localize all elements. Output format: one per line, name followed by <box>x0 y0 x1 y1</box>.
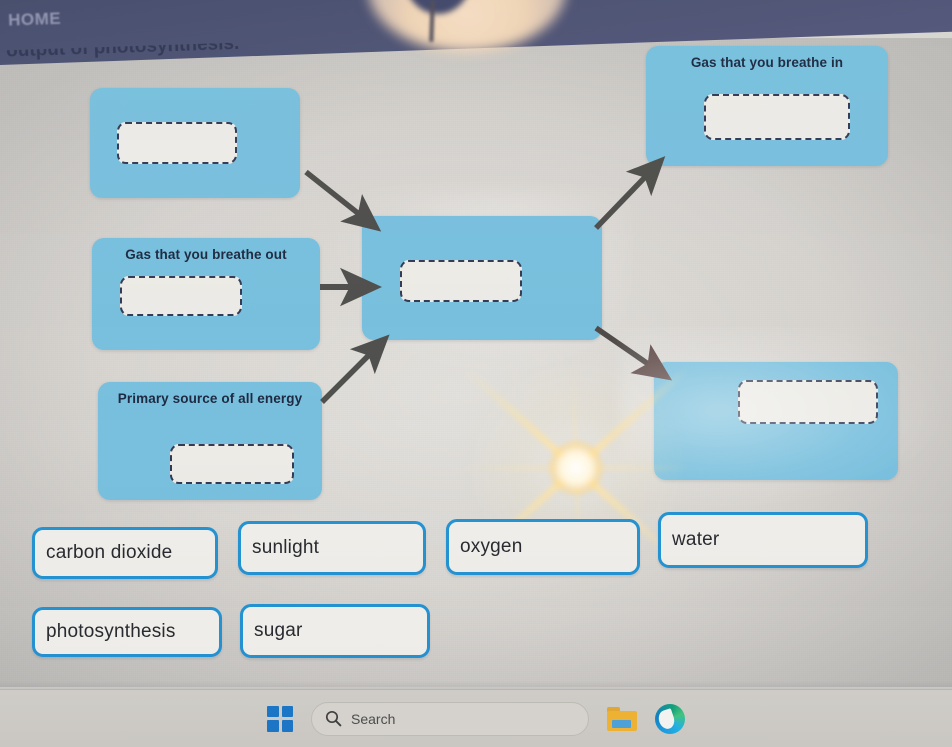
diagram-box-top-left[interactable] <box>90 88 300 198</box>
dropzone-top-left[interactable] <box>117 122 237 164</box>
windows-taskbar: Search <box>0 689 952 747</box>
taskbar-search-input[interactable]: Search <box>311 701 589 736</box>
chip-label: sunlight <box>252 537 320 558</box>
word-bank-chip-carbon-dioxide[interactable]: carbon dioxide <box>32 527 218 579</box>
word-bank-chip-sunlight[interactable]: sunlight <box>238 521 426 575</box>
diagram-box-lower-right[interactable] <box>654 362 898 480</box>
diagram-box-gas-breathe-out[interactable]: Gas that you breathe out <box>92 238 320 350</box>
chip-label: oxygen <box>460 536 523 557</box>
dropzone-center-process[interactable] <box>400 260 522 302</box>
diagram-box-gas-breathe-in[interactable]: Gas that you breathe in <box>646 46 888 166</box>
diagram-box-primary-energy-source[interactable]: Primary source of all energy <box>98 382 322 500</box>
word-bank-chip-photosynthesis[interactable]: photosynthesis <box>32 607 222 657</box>
banner-home-label[interactable]: HOME <box>8 9 62 31</box>
word-bank-chip-oxygen[interactable]: oxygen <box>446 519 640 575</box>
search-icon <box>325 710 342 727</box>
diagram-box-label: Gas that you breathe in <box>690 55 844 70</box>
edge-icon[interactable] <box>655 703 685 734</box>
chip-label: carbon dioxide <box>46 542 173 563</box>
chip-label: photosynthesis <box>46 621 176 642</box>
windows-start-icon[interactable] <box>267 705 293 732</box>
diagram-box-center-process[interactable] <box>362 216 602 340</box>
dropzone-lower-right[interactable] <box>738 380 878 424</box>
word-bank-chip-water[interactable]: water <box>658 512 868 568</box>
photographed-screen: HOME output of photosynthesis. Gas that … <box>0 0 952 747</box>
folder-icon[interactable] <box>607 706 637 731</box>
dropzone-gas-breathe-out[interactable] <box>120 276 242 316</box>
chip-label: water <box>672 529 720 550</box>
diagram-box-label: Gas that you breathe out <box>125 247 287 262</box>
dropzone-gas-breathe-in[interactable] <box>704 94 850 140</box>
search-placeholder-label: Search <box>351 710 396 727</box>
dropzone-primary-energy-source[interactable] <box>170 444 294 484</box>
chip-label: sugar <box>254 620 303 641</box>
word-bank-chip-sugar[interactable]: sugar <box>240 604 430 658</box>
diagram-box-label: Primary source of all energy <box>117 391 303 406</box>
